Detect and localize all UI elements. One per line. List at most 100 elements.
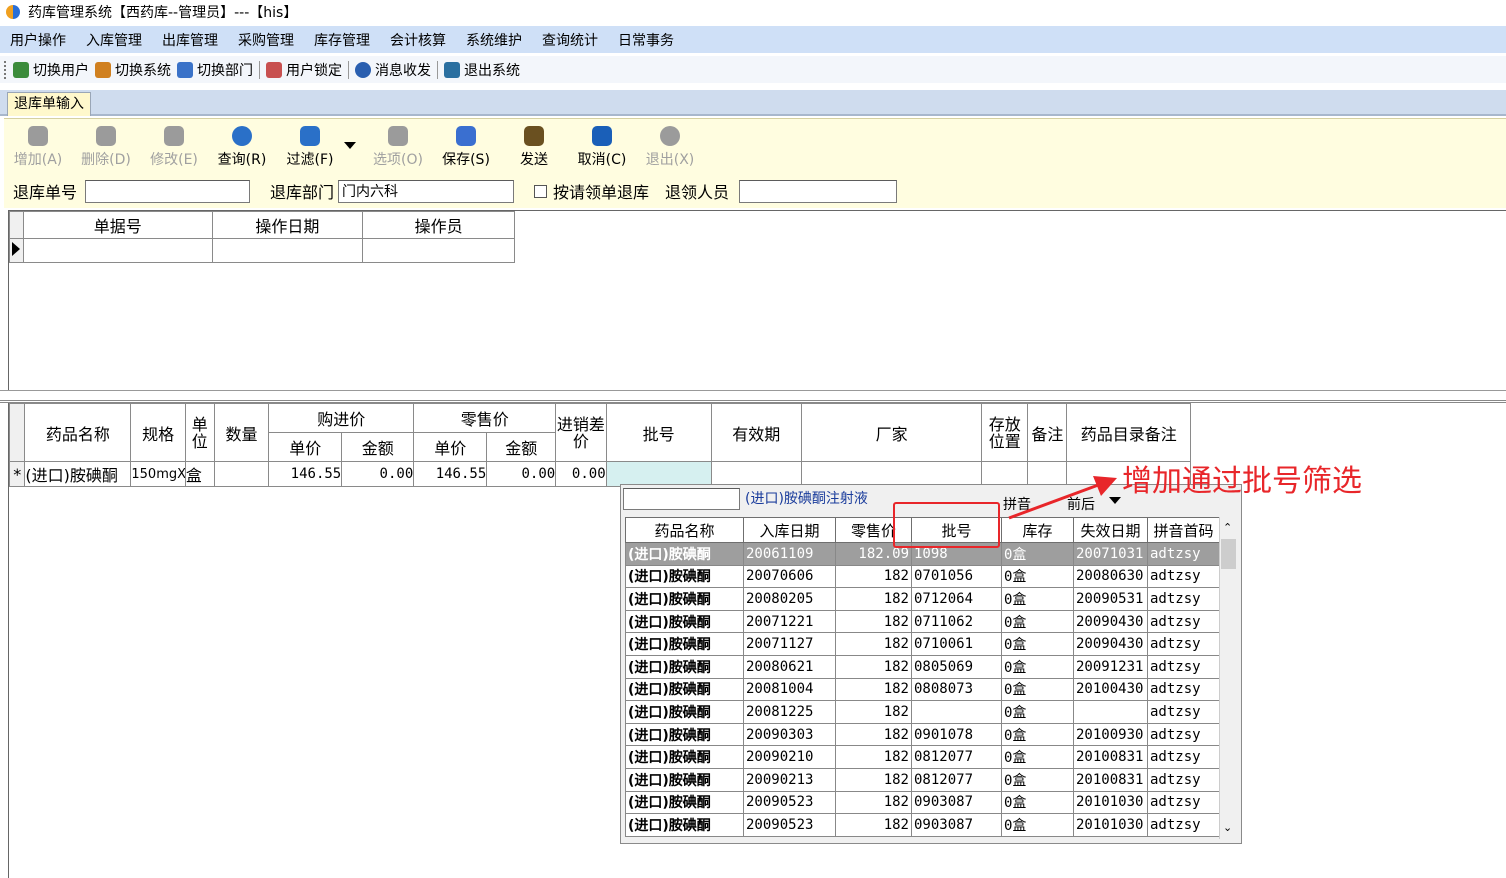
lookup-row[interactable]: (进口)胺碘酮 20090523 182 0903087 0盒 20101030 adtzs… <box>625 813 1220 837</box>
col-unit[interactable]: 单位 <box>184 403 215 462</box>
col-purchase-unit[interactable]: 单价 <box>268 432 343 462</box>
edit-button[interactable]: 修改(E) <box>140 122 208 172</box>
scroll-down-icon[interactable]: ⌄ <box>1223 821 1232 834</box>
menu-daily[interactable]: 日常事务 <box>608 30 684 50</box>
col-op-date[interactable]: 操作日期 <box>211 211 364 239</box>
switch-system-button[interactable]: 切换系统 <box>95 60 171 80</box>
lookup-col-date[interactable]: 入库日期 <box>743 517 836 543</box>
scroll-thumb[interactable] <box>1221 539 1236 569</box>
lookup-scrollbar[interactable]: ⌃ ⌄ <box>1219 517 1237 839</box>
col-remark[interactable]: 备注 <box>1027 403 1068 462</box>
lookup-cell: (进口)胺碘酮 <box>625 564 744 589</box>
col-purchase-amount[interactable]: 金额 <box>341 432 415 462</box>
lookup-row[interactable]: (进口)胺碘酮 20090213 182 0812077 0盒 20100831 adtzs… <box>625 767 1220 792</box>
lookup-col-name[interactable]: 药品名称 <box>625 517 744 543</box>
scroll-up-icon[interactable]: ⌃ <box>1223 521 1232 534</box>
cancel-button[interactable]: 取消(C) <box>568 122 636 172</box>
lookup-cell: 20071127 <box>743 632 836 656</box>
cell-purchase-unit[interactable]: 146.55 <box>268 461 343 487</box>
delete-button[interactable]: 删除(D) <box>72 122 140 172</box>
col-maker[interactable]: 厂家 <box>801 403 983 462</box>
lookup-cell: (进口)胺碘酮 <box>625 609 744 634</box>
lookup-row[interactable]: (进口)胺碘酮 20080205 182 0712064 0盒 20090531 adtzs… <box>625 587 1220 611</box>
menu-accounting[interactable]: 会计核算 <box>380 30 456 50</box>
lookup-row[interactable]: (进口)胺碘酮 20081225 182 0盒 adtzsy <box>625 700 1220 724</box>
lookup-row[interactable]: (进口)胺碘酮 20071221 182 0711062 0盒 20090430 adtzs… <box>625 609 1220 634</box>
add-button[interactable]: 增加(A) <box>4 122 72 172</box>
lookup-row[interactable]: (进口)胺碘酮 20081004 182 0808073 0盒 20100430 adtzs… <box>625 677 1220 702</box>
cell-spec[interactable]: 150mgX6 <box>130 461 186 487</box>
dept-input[interactable] <box>338 179 515 203</box>
message-label: 消息收发 <box>375 62 431 79</box>
person-input[interactable] <box>739 179 898 203</box>
lookup-row[interactable]: (进口)胺碘酮 20071127 182 0710061 0盒 20090430 adtzs… <box>625 632 1220 656</box>
current-row-indicator-icon <box>9 238 24 263</box>
lookup-col-pinyin[interactable]: 拼音首码 <box>1147 517 1220 543</box>
tab-return-entry[interactable]: 退库单输入 <box>7 92 91 116</box>
col-batch[interactable]: 批号 <box>605 403 712 462</box>
col-retail-unit[interactable]: 单价 <box>413 432 488 462</box>
pane-splitter[interactable] <box>0 390 1506 403</box>
user-lock-button[interactable]: 用户锁定 <box>266 60 342 80</box>
menu-bar: 用户操作 入库管理 出库管理 采购管理 库存管理 会计核算 系统维护 查询统计 … <box>0 26 1506 53</box>
cell-unit[interactable]: 盒 <box>184 461 215 487</box>
lookup-row[interactable]: (进口)胺碘酮 20090523 182 0903087 0盒 20101030 adtzs… <box>625 790 1220 815</box>
col-location[interactable]: 存放位置 <box>981 403 1029 462</box>
by-request-checkbox[interactable] <box>534 184 548 198</box>
exit-button[interactable]: 退出(X) <box>636 122 704 172</box>
menu-maintenance[interactable]: 系统维护 <box>456 30 532 50</box>
cell-drug-name[interactable]: (进口)胺碘酮 <box>24 461 132 487</box>
send-button[interactable]: 发送 <box>500 122 568 172</box>
cell-retail-unit[interactable]: 146.55 <box>413 461 488 487</box>
cell-operator[interactable] <box>362 238 515 263</box>
col-retail-price[interactable]: 零售价 <box>413 403 557 433</box>
message-button[interactable]: 消息收发 <box>355 60 431 80</box>
lookup-row[interactable]: (进口)胺碘酮 20080621 182 0805069 0盒 20091231 adtzs… <box>625 654 1220 679</box>
col-qty[interactable]: 数量 <box>213 403 270 462</box>
col-purchase-price[interactable]: 购进价 <box>268 403 415 433</box>
menu-query[interactable]: 查询统计 <box>532 30 608 50</box>
menu-purchase[interactable]: 采购管理 <box>228 30 304 50</box>
cancel-icon <box>592 126 612 146</box>
exit-system-button[interactable]: 退出系统 <box>444 60 520 80</box>
exit-icon <box>660 126 680 146</box>
lookup-row[interactable]: (进口)胺碘酮 20070606 182 0701056 0盒 20080630 adtzs… <box>625 564 1220 589</box>
filter-dropdown-arrow-icon[interactable] <box>344 142 356 149</box>
query-button[interactable]: 查询(R) <box>208 122 276 172</box>
lookup-cell: 0812077 <box>911 745 1002 769</box>
lookup-cell: 20100831 <box>1073 767 1148 792</box>
col-drug-name[interactable]: 药品名称 <box>24 403 132 462</box>
cell-diff[interactable]: 0.00 <box>555 461 607 487</box>
lookup-cell: adtzsy <box>1147 813 1220 837</box>
return-no-input[interactable] <box>85 179 251 203</box>
switch-dept-button[interactable]: 切换部门 <box>177 60 253 80</box>
cell-maker[interactable] <box>801 461 983 487</box>
menu-inbound[interactable]: 入库管理 <box>76 30 152 50</box>
cell-doc-no[interactable] <box>22 238 213 263</box>
lookup-row[interactable]: (进口)胺碘酮 20090303 182 0901078 0盒 20100930 adtzs… <box>625 722 1220 747</box>
cell-retail-amount[interactable]: 0.00 <box>486 461 557 487</box>
col-retail-amount[interactable]: 金额 <box>486 432 557 462</box>
switch-user-button[interactable]: 切换用户 <box>13 60 89 80</box>
lookup-row[interactable]: (进口)胺碘酮 20090210 182 0812077 0盒 20100831 adtzs… <box>625 745 1220 769</box>
filter-button[interactable]: 过滤(F) <box>276 122 344 172</box>
toolbar-grip[interactable] <box>4 60 7 79</box>
col-catalog-remark[interactable]: 药品目录备注 <box>1066 403 1191 462</box>
col-operator[interactable]: 操作员 <box>362 211 515 239</box>
col-doc-no[interactable]: 单据号 <box>22 211 213 239</box>
cell-purchase-amount[interactable]: 0.00 <box>341 461 415 487</box>
options-button[interactable]: 选项(O) <box>364 122 432 172</box>
cell-batch-active[interactable] <box>605 461 712 487</box>
menu-user[interactable]: 用户操作 <box>0 30 76 50</box>
col-spec[interactable]: 规格 <box>130 403 186 462</box>
col-diff[interactable]: 进销差价 <box>555 403 607 462</box>
lookup-search-input[interactable] <box>623 488 740 510</box>
col-expiry[interactable]: 有效期 <box>710 403 803 462</box>
cell-op-date[interactable] <box>211 238 364 263</box>
switch-dept-label: 切换部门 <box>197 62 253 79</box>
save-button[interactable]: 保存(S) <box>432 122 500 172</box>
menu-outbound[interactable]: 出库管理 <box>152 30 228 50</box>
menu-stock[interactable]: 库存管理 <box>304 30 380 50</box>
cell-expiry[interactable] <box>710 461 803 487</box>
cell-qty[interactable] <box>213 461 270 487</box>
